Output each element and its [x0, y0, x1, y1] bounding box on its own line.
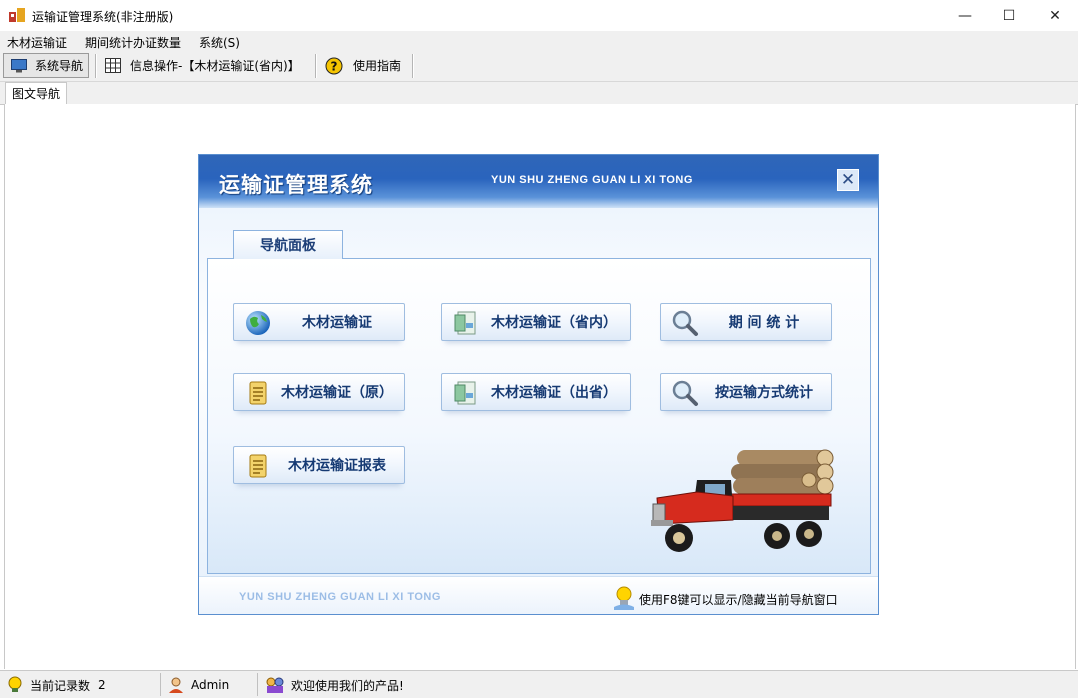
magnifier-icon — [672, 310, 698, 336]
footer-subtitle: YUN SHU ZHENG GUAN LI XI TONG — [239, 591, 441, 603]
timber-permit-label: 木材运输证 — [302, 315, 372, 331]
lightbulb-icon — [8, 676, 22, 692]
status-welcome-message: 欢迎使用我们的产品! — [291, 678, 404, 693]
dialog-title: 运输证管理系统 — [219, 172, 373, 197]
toolbar-separator — [412, 54, 414, 78]
toolbar-help-button[interactable]: ? 使用指南 — [325, 53, 409, 78]
toolbar-info-operation-label: 信息操作-【木材运输证(省内)】 — [130, 59, 300, 73]
users-icon — [266, 677, 284, 693]
minimize-button[interactable]: — — [942, 0, 988, 31]
status-user: Admin — [167, 676, 229, 694]
lightbulb-icon — [614, 586, 634, 610]
svg-text:?: ? — [331, 59, 338, 73]
transport-method-stats-button[interactable]: 按运输方式统计 — [660, 373, 832, 411]
monitor-icon — [11, 58, 27, 72]
panel-tab-navigation[interactable]: 导航面板 — [233, 230, 343, 259]
window-title: 运输证管理系统(非注册版) — [32, 10, 174, 24]
toolbar-separator — [95, 54, 97, 78]
status-separator — [257, 673, 258, 696]
timber-permit-province-button[interactable]: 木材运输证（省内） — [441, 303, 631, 341]
toolbar: 系统导航 信息操作-【木材运输证(省内)】 ? 使用指南 — [0, 51, 1078, 82]
menu-period-stats[interactable]: 期间统计办证数量 — [85, 34, 181, 51]
dialog-footer: YUN SHU ZHENG GUAN LI XI TONG 使用F8键可以显示/… — [199, 576, 878, 614]
toolbar-info-operation-button[interactable]: 信息操作-【木材运输证(省内)】 — [104, 53, 308, 78]
menu-timber-permit[interactable]: 木材运输证 — [7, 34, 67, 51]
scroll-icon — [249, 381, 267, 405]
toolbar-separator — [315, 54, 317, 78]
grid-icon — [105, 58, 121, 73]
logs — [731, 449, 834, 495]
status-record-value: 2 — [98, 678, 106, 692]
status-record-count: 当前记录数 2 — [6, 676, 106, 694]
globe-icon — [246, 311, 270, 335]
status-bar: 当前记录数 2 Admin 欢迎使用我们的产品! — [0, 670, 1078, 698]
status-record-label: 当前记录数 — [30, 678, 91, 693]
timber-permit-button[interactable]: 木材运输证 — [233, 303, 405, 341]
maximize-button[interactable]: ☐ — [986, 0, 1032, 31]
app-icon — [9, 8, 25, 22]
dialog-subtitle: YUN SHU ZHENG GUAN LI XI TONG — [491, 174, 693, 186]
dialog-close-button[interactable]: ✕ — [837, 169, 859, 191]
tab-strip: 图文导航 — [0, 82, 1078, 105]
scroll-icon — [249, 454, 267, 478]
toolbar-help-label: 使用指南 — [353, 59, 402, 73]
document-icon — [454, 381, 476, 405]
period-stats-label: 期 间 统 计 — [728, 315, 800, 331]
log-truck-illustration — [651, 449, 834, 552]
status-welcome: 欢迎使用我们的产品! — [265, 676, 404, 694]
footer-f8-tip: 使用F8键可以显示/隐藏当前导航窗口 — [639, 593, 838, 607]
period-stats-button[interactable]: 期 间 统 计 — [660, 303, 832, 341]
timber-permit-original-button[interactable]: 木材运输证（原） — [233, 373, 405, 411]
status-user-name: Admin — [191, 678, 230, 692]
title-bar: 运输证管理系统(非注册版) — ☐ ✕ — [0, 0, 1078, 31]
timber-permit-province-label: 木材运输证（省内） — [491, 315, 617, 331]
timber-permit-outbound-label: 木材运输证（出省） — [491, 385, 617, 401]
close-window-button[interactable]: ✕ — [1032, 0, 1078, 31]
timber-permit-report-label: 木材运输证报表 — [288, 458, 386, 474]
document-icon — [454, 311, 476, 335]
timber-permit-original-label: 木材运输证（原） — [281, 385, 393, 401]
help-icon: ? — [325, 57, 343, 74]
menu-system[interactable]: 系统(S) — [199, 34, 240, 51]
tab-graphic-nav[interactable]: 图文导航 — [5, 82, 68, 104]
user-icon — [169, 677, 183, 693]
timber-permit-report-button[interactable]: 木材运输证报表 — [233, 446, 405, 484]
magnifier-icon — [672, 380, 698, 406]
timber-permit-outbound-button[interactable]: 木材运输证（出省） — [441, 373, 631, 411]
navigation-dialog: 运输证管理系统 YUN SHU ZHENG GUAN LI XI TONG ✕ … — [198, 154, 879, 615]
transport-method-stats-label: 按运输方式统计 — [715, 385, 813, 401]
menu-bar: 木材运输证 期间统计办证数量 系统(S) — [0, 31, 1078, 51]
dialog-header: 运输证管理系统 YUN SHU ZHENG GUAN LI XI TONG ✕ — [199, 155, 878, 208]
status-separator — [160, 673, 161, 696]
toolbar-system-nav-label: 系统导航 — [35, 59, 84, 73]
toolbar-system-nav-button[interactable]: 系统导航 — [3, 53, 89, 78]
